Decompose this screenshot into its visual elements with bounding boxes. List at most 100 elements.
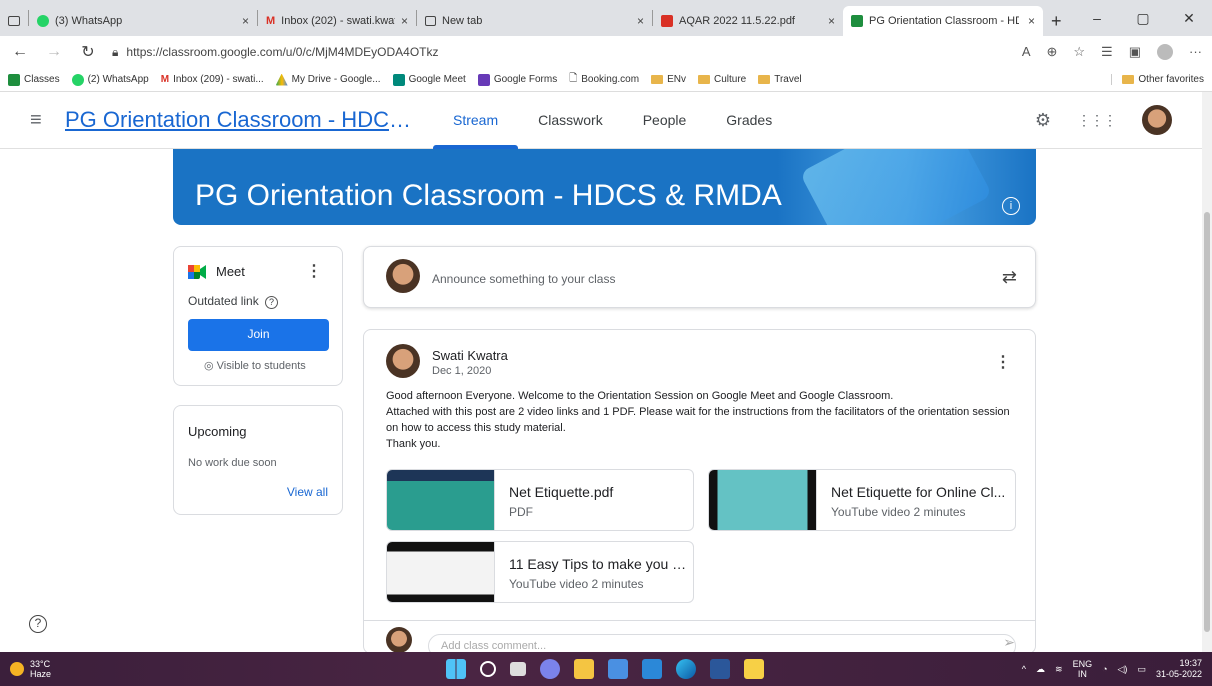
browser-tab-classroom[interactable]: PG Orientation Classroom - HDC × <box>843 6 1043 36</box>
send-icon[interactable]: ➢ <box>1003 634 1015 651</box>
sticky-notes-icon[interactable] <box>744 659 764 679</box>
bookmark-inbox[interactable]: M Inbox (209) - swati... <box>161 74 264 85</box>
close-window-icon[interactable]: ✕ <box>1166 10 1212 27</box>
bookmark-classes[interactable]: Classes <box>8 73 60 86</box>
address-bar: ← → ↻ 🔒︎ https://classroom.google.com/u/… <box>0 36 1212 68</box>
show-hidden-icons-icon[interactable]: ^ <box>1022 664 1026 674</box>
bookmark-env[interactable]: ENv <box>651 74 686 85</box>
attachment-pdf[interactable]: Net Etiquette.pdf PDF <box>386 469 694 531</box>
repost-icon[interactable]: ⇄ <box>1002 267 1017 288</box>
other-favorites[interactable]: Other favorites <box>1111 74 1204 85</box>
more-options-icon[interactable]: ⋮ <box>995 352 1011 372</box>
reload-icon[interactable]: ↻ <box>78 42 98 62</box>
more-icon[interactable]: ··· <box>1189 44 1202 60</box>
favorites-icon[interactable]: ☰ <box>1101 44 1113 60</box>
attachment-video[interactable]: Net Etiquette for Online Cl... YouTube v… <box>708 469 1016 531</box>
bookmarks-bar: Classes (2) WhatsApp M Inbox (209) - swat… <box>0 68 1212 92</box>
collections-icon[interactable]: ▣ <box>1129 44 1141 60</box>
tab-title: New tab <box>442 15 483 27</box>
tab-grades[interactable]: Grades <box>706 92 792 149</box>
word-icon[interactable] <box>710 659 730 679</box>
cloud-icon[interactable]: ☁ <box>1036 664 1045 675</box>
favorite-icon[interactable]: ☆ <box>1073 44 1085 60</box>
volume-icon[interactable]: ◁) <box>1118 664 1128 675</box>
comment-row: Add class comment... ➢ <box>364 620 1035 658</box>
minimize-icon[interactable]: – <box>1074 10 1120 26</box>
close-tab-icon[interactable]: × <box>1028 14 1035 28</box>
maximize-icon[interactable]: ▢ <box>1120 10 1166 27</box>
attachment-video[interactable]: 11 Easy Tips to make you C... YouTube vi… <box>386 541 694 603</box>
drive-icon <box>275 73 288 86</box>
class-name-link[interactable]: PG Orientation Classroom - HDCS & R... <box>65 107 415 133</box>
clock[interactable]: 19:37 31-05-2022 <box>1156 658 1202 680</box>
attachment-title: Net Etiquette for Online Cl... <box>831 484 1006 500</box>
user-avatar[interactable] <box>1142 105 1172 135</box>
url-field[interactable]: 🔒︎ https://classroom.google.com/u/0/c/Mj… <box>112 45 1008 60</box>
mail-icon[interactable] <box>642 659 662 679</box>
forward-icon[interactable]: → <box>44 43 64 61</box>
teams-chat-icon[interactable] <box>540 659 560 679</box>
close-tab-icon[interactable]: × <box>637 14 644 28</box>
search-icon[interactable] <box>480 661 496 677</box>
tab-stream[interactable]: Stream <box>433 92 519 149</box>
banner-title: PG Orientation Classroom - HDCS & RMDA <box>195 179 782 212</box>
view-all-link[interactable]: View all <box>287 485 328 499</box>
settings-gear-icon[interactable]: ⚙ <box>1035 110 1051 131</box>
help-icon[interactable]: ? <box>265 296 279 309</box>
announce-box[interactable]: Announce something to your class ⇄ <box>363 246 1036 308</box>
browser-tab-whatsapp[interactable]: (3) WhatsApp × <box>29 6 257 36</box>
outdated-link-label: Outdated link ? <box>188 294 279 309</box>
edge-icon[interactable] <box>676 659 696 679</box>
weather-condition: Haze <box>30 669 52 679</box>
close-tab-icon[interactable]: × <box>242 14 249 28</box>
scrollbar-thumb[interactable] <box>1204 212 1210 632</box>
folder-icon <box>1122 75 1135 84</box>
bookmark-whatsapp[interactable]: (2) WhatsApp <box>71 73 149 86</box>
read-aloud-icon[interactable]: A <box>1022 44 1031 60</box>
newtab-icon <box>425 16 436 26</box>
join-button[interactable]: Join <box>188 319 329 351</box>
windows-start-icon[interactable] <box>446 659 466 679</box>
task-view-icon[interactable] <box>510 662 526 676</box>
apps-grid-icon[interactable]: ⋮⋮⋮ <box>1077 112 1117 129</box>
video-thumbnail <box>387 542 495 602</box>
close-tab-icon[interactable]: × <box>401 14 408 28</box>
bookmark-travel[interactable]: Travel <box>758 74 802 85</box>
announce-placeholder[interactable]: Announce something to your class <box>432 272 615 286</box>
weather-widget[interactable]: 33°C Haze <box>10 659 51 679</box>
profile-icon[interactable] <box>1157 44 1173 60</box>
eye-icon: ◎ <box>204 360 214 372</box>
new-tab-button[interactable]: + <box>1043 6 1070 36</box>
bookmark-forms[interactable]: Google Forms <box>477 73 557 86</box>
zoom-icon[interactable]: ⊕ <box>1046 44 1057 60</box>
browser-tab-newtab[interactable]: New tab × <box>417 6 652 36</box>
bookmark-drive[interactable]: My Drive - Google... <box>275 73 381 86</box>
bookmark-booking[interactable]: 🗋︎ Booking.com <box>569 71 639 88</box>
file-explorer-icon[interactable] <box>574 659 594 679</box>
tab-people[interactable]: People <box>623 92 707 149</box>
forms-icon <box>477 73 490 86</box>
battery-icon[interactable]: ▭ <box>1137 664 1146 675</box>
visibility-label: ◎ Visible to students <box>204 360 306 372</box>
browser-tab-gmail[interactable]: M Inbox (202) - swati.kwatra@lic.du × <box>258 6 416 36</box>
wifi-icon[interactable]: ◔ <box>1102 664 1107 674</box>
more-options-icon[interactable]: ⋮ <box>306 261 322 281</box>
back-icon[interactable]: ← <box>10 43 30 61</box>
hamburger-menu-icon[interactable]: ≡ <box>30 109 60 132</box>
network-icon[interactable]: ≋ <box>1055 664 1063 675</box>
language-indicator[interactable]: ENG IN <box>1073 659 1093 679</box>
bookmark-culture[interactable]: Culture <box>697 74 746 85</box>
tab-classwork[interactable]: Classwork <box>518 92 623 149</box>
page-scrollbar[interactable] <box>1202 92 1212 652</box>
store-icon[interactable] <box>608 659 628 679</box>
pdf-thumbnail <box>387 470 495 530</box>
post-body: Good afternoon Everyone. Welcome to the … <box>386 390 1010 450</box>
info-icon[interactable]: i <box>1002 197 1020 215</box>
folder-icon <box>651 75 664 84</box>
tab-actions-icon[interactable] <box>0 6 28 36</box>
close-tab-icon[interactable]: × <box>828 14 835 28</box>
help-icon[interactable]: ? <box>29 615 47 633</box>
pdf-icon <box>661 15 673 27</box>
bookmark-meet[interactable]: Google Meet <box>392 73 466 86</box>
browser-tab-pdf[interactable]: AQAR 2022 11.5.22.pdf × <box>653 6 843 36</box>
